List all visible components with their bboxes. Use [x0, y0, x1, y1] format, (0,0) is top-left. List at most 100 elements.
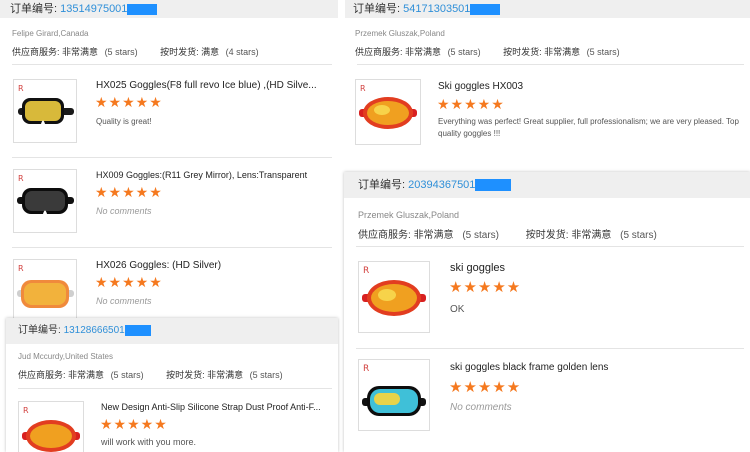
order-header: 订单编号: 13128666501	[6, 318, 338, 344]
shipping-value: 满意	[201, 47, 220, 57]
rating-stars: ★★★★★	[449, 279, 522, 296]
review-text: Quality is great!	[96, 117, 152, 126]
product-thumbnail[interactable]: R	[13, 79, 77, 143]
shipping-value: 非常满意	[571, 230, 612, 241]
shipping-label: 按时发货:	[503, 47, 542, 57]
shipping-stars: (5 stars)	[586, 47, 620, 57]
rating-stars: ★★★★★	[95, 274, 163, 290]
buyer-name: Przemek Gluszak,Poland	[358, 210, 460, 220]
review-text: No comments	[96, 296, 152, 306]
product-title[interactable]: Ski goggles HX003	[438, 81, 738, 92]
product-thumbnail[interactable]: R	[358, 359, 430, 431]
divider	[12, 157, 332, 158]
supplier-service-value: 非常满意	[68, 370, 105, 380]
supplier-service-label: 供应商服务:	[355, 47, 403, 57]
product-thumbnail[interactable]: R	[355, 79, 421, 145]
seller-ratings: 供应商服务: 非常满意 (5 stars) 按时发货: 非常满意 (5 star…	[355, 45, 620, 58]
shipping-stars: (5 stars)	[620, 230, 657, 241]
shipping-label: 按时发货:	[166, 370, 205, 380]
review-item: R ski goggles ★★★★★ OK	[344, 260, 750, 340]
brand-logo: R	[363, 364, 370, 374]
order-number-link[interactable]: 54171303501	[403, 3, 470, 15]
redaction-mask	[127, 3, 158, 15]
redaction-mask	[475, 179, 512, 192]
order-number-link[interactable]: 13514975001	[60, 3, 127, 15]
review-item: R New Design Anti-Slip Silicone Strap Du…	[6, 400, 338, 452]
order-number-link[interactable]: 20394367501	[408, 179, 475, 191]
product-title[interactable]: HX009 Goggles:(R11 Grey Mirror), Lens:Tr…	[96, 170, 332, 180]
shipping-stars: (5 stars)	[249, 370, 283, 380]
rating-stars: ★★★★★	[100, 416, 168, 432]
supplier-service-stars: (5 stars)	[447, 47, 481, 57]
shipping-label: 按时发货:	[160, 47, 199, 57]
redaction-mask	[470, 3, 501, 15]
brand-logo: R	[18, 174, 24, 183]
rating-stars: ★★★★★	[449, 379, 522, 396]
goggles-image	[362, 386, 426, 416]
order-number-label: 订单编号:	[10, 3, 58, 15]
order-panel-c: 订单编号: 20394367501 Przemek Gluszak,Poland…	[344, 172, 750, 452]
brand-logo: R	[18, 84, 24, 93]
rating-stars: ★★★★★	[437, 96, 505, 112]
supplier-service-stars: (5 stars)	[110, 370, 144, 380]
divider	[356, 348, 744, 349]
supplier-service-stars: (5 stars)	[104, 47, 138, 57]
seller-ratings: 供应商服务: 非常满意 (5 stars) 按时发货: 满意 (4 stars)	[12, 45, 259, 58]
order-number-label: 订单编号:	[18, 325, 61, 336]
review-item: R Ski goggles HX003 ★★★★★ Everything was…	[345, 78, 750, 158]
product-title[interactable]: HX026 Goggles: (HD Silver)	[96, 260, 332, 271]
supplier-service-label: 供应商服务:	[358, 230, 411, 241]
supplier-service-value: 非常满意	[405, 47, 442, 57]
redaction-mask	[124, 324, 151, 336]
review-text: No comments	[96, 206, 152, 216]
order-panel-d: 订单编号: 13128666501 Jud Mccurdy,United Sta…	[6, 318, 338, 452]
brand-logo: R	[363, 266, 370, 276]
goggles-image	[362, 280, 426, 316]
product-thumbnail[interactable]: R	[358, 261, 430, 333]
order-header: 订单编号: 54171303501	[345, 0, 750, 18]
rating-stars: ★★★★★	[95, 184, 163, 200]
divider	[12, 64, 332, 65]
order-number-label: 订单编号:	[353, 3, 401, 15]
review-text: OK	[450, 304, 465, 315]
order-panel-b: 订单编号: 54171303501 Przemek Gluszak,Poland…	[345, 0, 750, 168]
product-title[interactable]: ski goggles	[450, 262, 740, 274]
seller-ratings: 供应商服务: 非常满意 (5 stars) 按时发货: 非常满意 (5 star…	[358, 226, 657, 241]
shipping-value: 非常满意	[207, 370, 244, 380]
buyer-name: Felipe Girard,Canada	[12, 29, 89, 38]
divider	[18, 388, 332, 389]
shipping-stars: (4 stars)	[225, 47, 259, 57]
product-thumbnail[interactable]: R	[13, 259, 77, 323]
order-header: 订单编号: 20394367501	[344, 172, 750, 198]
order-header: 订单编号: 13514975001	[0, 0, 338, 18]
order-panel-a: 订单编号: 13514975001 Felipe Girard,Canada 供…	[0, 0, 338, 330]
order-number-label: 订单编号:	[358, 179, 406, 191]
review-text: will work with you more.	[101, 437, 197, 447]
review-text: Everything was perfect! Great supplier, …	[438, 117, 739, 138]
brand-logo: R	[18, 264, 24, 273]
divider	[357, 64, 744, 65]
divider	[12, 247, 332, 248]
rating-stars: ★★★★★	[95, 94, 163, 110]
buyer-name: Przemek Gluszak,Poland	[355, 29, 445, 38]
shipping-value: 非常满意	[544, 47, 581, 57]
product-title[interactable]: New Design Anti-Slip Silicone Strap Dust…	[101, 402, 331, 412]
product-title[interactable]: ski goggles black frame golden lens	[450, 362, 740, 373]
shipping-label: 按时发货:	[525, 230, 569, 241]
brand-logo: R	[23, 406, 29, 415]
review-text: No comments	[450, 402, 512, 413]
supplier-service-label: 供应商服务:	[12, 47, 60, 57]
review-item: R HX025 Goggles(F8 full revo Ice blue) ,…	[0, 78, 338, 148]
review-item: R ski goggles black frame golden lens ★★…	[344, 358, 750, 448]
supplier-service-value: 非常满意	[413, 230, 454, 241]
supplier-service-stars: (5 stars)	[462, 230, 500, 241]
supplier-service-label: 供应商服务:	[18, 370, 66, 380]
divider	[356, 246, 744, 247]
product-thumbnail[interactable]: R	[13, 169, 77, 233]
supplier-service-value: 非常满意	[62, 47, 99, 57]
product-thumbnail[interactable]: R	[18, 401, 84, 452]
review-item: R HX009 Goggles:(R11 Grey Mirror), Lens:…	[0, 168, 338, 238]
product-title[interactable]: HX025 Goggles(F8 full revo Ice blue) ,(H…	[96, 80, 332, 91]
brand-logo: R	[360, 84, 366, 93]
order-number-link[interactable]: 13128666501	[64, 325, 125, 336]
